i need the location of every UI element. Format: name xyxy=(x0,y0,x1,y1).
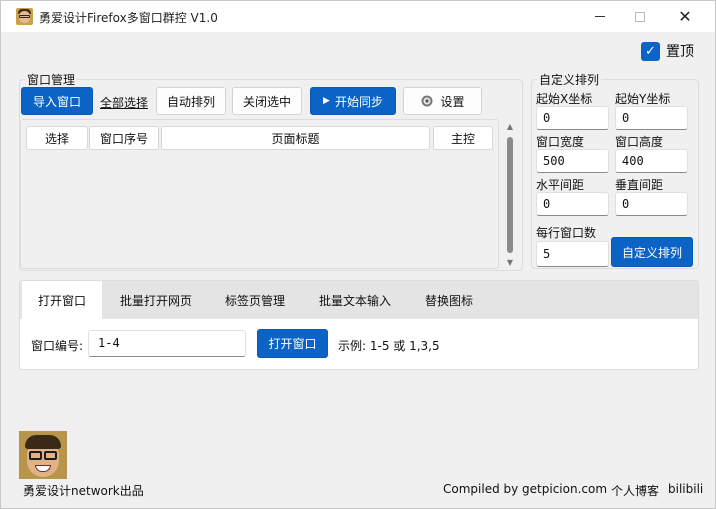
window-width-label: 窗口宽度 xyxy=(536,135,585,149)
maximize-icon xyxy=(635,11,645,22)
tab-open-window[interactable]: 打开窗口 xyxy=(22,281,102,319)
import-window-button[interactable]: 导入窗口 xyxy=(21,87,93,115)
window-manage-label: 窗口管理 xyxy=(25,71,78,88)
start-sync-button[interactable]: ▶ 开始同步 xyxy=(310,87,396,115)
app-logo-icon xyxy=(16,8,33,25)
window-title: 勇爱设计Firefox多窗口群控 V1.0 xyxy=(39,11,218,25)
tabs-panel: 打开窗口 批量打开网页 标签页管理 批量文本输入 替换图标 窗口编号: 1-4 … xyxy=(19,280,699,370)
horizontal-gap-label: 水平间距 xyxy=(536,178,585,192)
table-scrollbar[interactable]: ▲ ▼ xyxy=(504,121,516,269)
windows-per-row-input[interactable]: 5 xyxy=(536,241,609,267)
vertical-gap-input[interactable]: 0 xyxy=(615,192,688,216)
title-bar: 勇爱设计Firefox多窗口群控 V1.0 ✕ xyxy=(1,1,715,32)
tab-tab-management[interactable]: 标签页管理 xyxy=(212,281,298,319)
window-number-input[interactable]: 1-4 xyxy=(88,330,246,357)
example-hint: 示例: 1-5 或 1,3,5 xyxy=(338,339,440,353)
start-x-label: 起始X坐标 xyxy=(536,92,593,106)
auto-arrange-button[interactable]: 自动排列 xyxy=(156,87,226,115)
compiled-by-text: Compiled by getpicion.com xyxy=(443,482,608,496)
settings-label: 设置 xyxy=(440,94,465,109)
window-height-input[interactable]: 400 xyxy=(615,149,688,173)
open-window-label: 打开窗口 xyxy=(268,337,317,351)
scroll-up-icon[interactable]: ▲ xyxy=(506,123,514,131)
open-window-button[interactable]: 打开窗口 xyxy=(257,329,328,358)
custom-arrange-label: 自定义排列 xyxy=(621,245,682,260)
column-header-master[interactable]: 主控 xyxy=(433,126,493,150)
scroll-down-icon[interactable]: ▼ xyxy=(506,259,514,267)
pin-label: 置顶 xyxy=(666,44,694,60)
tab-batch-text-input[interactable]: 批量文本输入 xyxy=(305,281,405,319)
pin-on-top-toggle[interactable]: ✓ 置顶 xyxy=(641,41,694,61)
play-icon: ▶ xyxy=(323,96,330,106)
start-y-label: 起始Y坐标 xyxy=(615,92,671,106)
start-y-input[interactable]: 0 xyxy=(615,106,688,130)
window-number-label: 窗口编号: xyxy=(31,339,84,353)
maximize-button[interactable] xyxy=(617,1,663,32)
select-all-button[interactable]: 全部选择 xyxy=(100,94,148,111)
brand-text: 勇爱设计network出品 xyxy=(23,484,144,498)
custom-layout-label: 自定义排列 xyxy=(537,71,602,88)
window-table: 选择 窗口序号 页面标题 主控 xyxy=(20,119,499,269)
gear-icon xyxy=(421,95,433,107)
auto-arrange-label: 自动排列 xyxy=(166,94,215,109)
import-window-label: 导入窗口 xyxy=(32,94,81,109)
window-height-label: 窗口高度 xyxy=(615,135,664,149)
column-header-select[interactable]: 选择 xyxy=(26,126,88,150)
window-width-input[interactable]: 500 xyxy=(536,149,609,173)
bilibili-link[interactable]: bilibili xyxy=(668,482,703,496)
close-selected-button[interactable]: 关闭选中 xyxy=(232,87,302,115)
windows-per-row-label: 每行窗口数 xyxy=(536,226,597,240)
author-avatar xyxy=(19,431,67,479)
blog-link[interactable]: 个人博客 xyxy=(611,482,659,499)
horizontal-gap-input[interactable]: 0 xyxy=(536,192,609,216)
custom-arrange-button[interactable]: 自定义排列 xyxy=(611,237,693,267)
column-header-window-number[interactable]: 窗口序号 xyxy=(89,126,159,150)
scroll-thumb[interactable] xyxy=(507,137,513,253)
column-header-page-title[interactable]: 页面标题 xyxy=(161,126,430,150)
settings-button[interactable]: 设置 xyxy=(403,87,482,115)
tab-replace-icon[interactable]: 替换图标 xyxy=(412,281,486,319)
pin-checkbox[interactable]: ✓ xyxy=(641,41,660,61)
close-button[interactable]: ✕ xyxy=(662,1,708,32)
close-selected-label: 关闭选中 xyxy=(242,94,291,109)
tab-batch-open-pages[interactable]: 批量打开网页 xyxy=(108,281,204,319)
vertical-gap-label: 垂直间距 xyxy=(615,178,664,192)
close-icon: ✕ xyxy=(678,6,692,26)
app-window: 勇爱设计Firefox多窗口群控 V1.0 ✕ ✓ 置顶 窗口管理 导入窗口 全… xyxy=(0,0,716,509)
start-x-input[interactable]: 0 xyxy=(536,106,609,130)
start-sync-label: 开始同步 xyxy=(334,94,383,109)
tab-bar: 打开窗口 批量打开网页 标签页管理 批量文本输入 替换图标 xyxy=(20,281,698,319)
minimize-icon xyxy=(595,16,605,17)
